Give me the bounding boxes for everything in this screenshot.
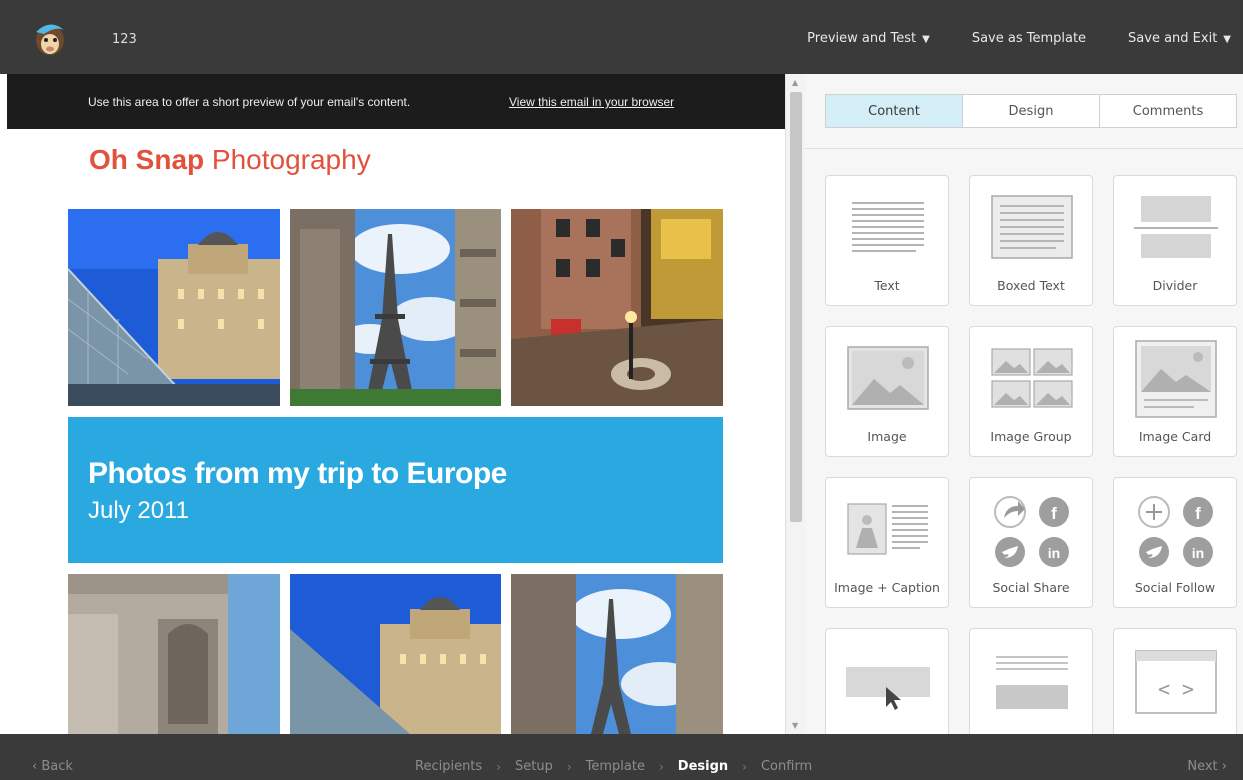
brand-title-bold: Oh Snap bbox=[89, 144, 205, 175]
step-template[interactable]: Template bbox=[586, 759, 645, 774]
svg-text:f: f bbox=[1195, 504, 1201, 523]
block-text[interactable]: Text bbox=[825, 175, 949, 306]
chevron-right-icon: › bbox=[566, 759, 572, 774]
image-group-icon bbox=[970, 327, 1094, 427]
photo-eiffel-tower-2[interactable] bbox=[511, 574, 723, 734]
image-caption-icon bbox=[826, 478, 950, 578]
hero-banner[interactable]: Photos from my trip to Europe July 2011 bbox=[68, 417, 723, 563]
block-label: Social Follow bbox=[1134, 580, 1216, 595]
block-label: Text bbox=[874, 278, 900, 293]
step-recipients[interactable]: Recipients bbox=[415, 759, 482, 774]
block-image-card[interactable]: Image Card bbox=[1113, 326, 1237, 457]
email-canvas[interactable]: Use this area to offer a short preview o… bbox=[7, 74, 785, 734]
hero-title: Photos from my trip to Europe bbox=[88, 457, 507, 490]
block-boxed-text[interactable]: Boxed Text bbox=[969, 175, 1093, 306]
block-label: Divider bbox=[1152, 278, 1198, 293]
scrollbar-thumb[interactable] bbox=[790, 92, 802, 522]
block-label: Image Group bbox=[990, 429, 1072, 444]
next-button[interactable]: Next › bbox=[1187, 759, 1227, 774]
code-block-icon: < > bbox=[1114, 629, 1238, 729]
chevron-left-icon: ‹ bbox=[32, 759, 42, 774]
footer-block-icon bbox=[970, 629, 1094, 729]
scroll-down-icon[interactable]: ▼ bbox=[792, 721, 798, 730]
tab-comments[interactable]: Comments bbox=[1100, 95, 1236, 127]
panel-tabs: Content Design Comments bbox=[825, 94, 1237, 128]
block-image[interactable]: Image bbox=[825, 326, 949, 457]
back-button[interactable]: ‹ Back bbox=[32, 759, 73, 774]
svg-text:in: in bbox=[1192, 545, 1204, 561]
save-and-exit-label: Save and Exit bbox=[1128, 31, 1218, 46]
svg-text:f: f bbox=[1051, 504, 1057, 523]
image-icon bbox=[826, 327, 950, 427]
block-label: Image Card bbox=[1138, 429, 1212, 444]
workflow-steps: Recipients › Setup › Template › Design ›… bbox=[415, 759, 812, 774]
block-image-caption[interactable]: Image + Caption bbox=[825, 477, 949, 608]
view-in-browser-link[interactable]: View this email in your browser bbox=[509, 95, 674, 109]
block-social-follow[interactable]: f in Social Follow bbox=[1113, 477, 1237, 608]
scroll-up-icon[interactable]: ▲ bbox=[792, 78, 798, 87]
tab-design[interactable]: Design bbox=[963, 95, 1100, 127]
next-label: Next bbox=[1187, 759, 1218, 774]
panel-divider bbox=[805, 148, 1243, 149]
social-share-icon: f in bbox=[970, 478, 1094, 578]
block-label: Image bbox=[867, 429, 907, 444]
button-block-icon bbox=[826, 629, 950, 729]
chevron-right-icon: › bbox=[496, 759, 501, 774]
save-as-template-button[interactable]: Save as Template bbox=[972, 31, 1086, 46]
campaign-name[interactable]: 123 bbox=[112, 32, 137, 47]
step-setup[interactable]: Setup bbox=[515, 759, 553, 774]
content-panel: Content Design Comments Text Boxed Text … bbox=[805, 74, 1243, 759]
preview-and-test-button[interactable]: Preview and Test ▼ bbox=[807, 31, 930, 46]
photo-louvre[interactable] bbox=[68, 209, 280, 406]
preheader-text: Use this area to offer a short preview o… bbox=[88, 95, 411, 109]
block-social-share[interactable]: f in Social Share bbox=[969, 477, 1093, 608]
bottom-bar: ‹ Back Recipients › Setup › Template › D… bbox=[0, 734, 1243, 780]
block-image-group[interactable]: Image Group bbox=[969, 326, 1093, 457]
photo-street-night[interactable] bbox=[511, 209, 723, 406]
brand-title[interactable]: Oh Snap Photography bbox=[89, 144, 371, 176]
photo-arc-de-triomphe[interactable] bbox=[68, 574, 280, 734]
boxed-text-icon bbox=[970, 176, 1094, 276]
step-confirm[interactable]: Confirm bbox=[761, 759, 812, 774]
svg-text:< >: < > bbox=[1158, 677, 1194, 701]
block-divider[interactable]: Divider bbox=[1113, 175, 1237, 306]
save-and-exit-button[interactable]: Save and Exit ▼ bbox=[1128, 31, 1231, 46]
canvas-scrollbar[interactable]: ▲ ▼ bbox=[785, 74, 805, 734]
top-actions: Preview and Test ▼ Save as Template Save … bbox=[807, 31, 1231, 46]
block-label: Social Share bbox=[992, 580, 1070, 595]
text-block-icon bbox=[826, 176, 950, 276]
chevron-right-icon: › bbox=[742, 759, 747, 774]
chevron-down-icon: ▼ bbox=[1223, 34, 1231, 45]
photo-louvre-2[interactable] bbox=[290, 574, 501, 734]
brand-title-rest: Photography bbox=[204, 144, 371, 175]
chevron-right-icon: › bbox=[1217, 759, 1227, 774]
chevron-down-icon: ▼ bbox=[922, 34, 930, 45]
tab-content[interactable]: Content bbox=[826, 95, 963, 127]
block-label: Boxed Text bbox=[997, 278, 1065, 293]
divider-icon bbox=[1114, 176, 1238, 276]
preview-and-test-label: Preview and Test bbox=[807, 31, 917, 46]
top-bar: 123 Preview and Test ▼ Save as Template S… bbox=[0, 0, 1243, 74]
chevron-right-icon: › bbox=[658, 759, 664, 774]
hero-subtitle: July 2011 bbox=[88, 497, 189, 524]
preheader[interactable]: Use this area to offer a short preview o… bbox=[7, 74, 785, 129]
image-card-icon bbox=[1114, 327, 1238, 427]
svg-text:in: in bbox=[1048, 545, 1060, 561]
step-design[interactable]: Design bbox=[678, 759, 728, 774]
photo-eiffel-tower[interactable] bbox=[290, 209, 501, 406]
block-label: Image + Caption bbox=[834, 580, 940, 595]
mailchimp-logo-icon[interactable] bbox=[30, 18, 70, 58]
social-follow-icon: f in bbox=[1114, 478, 1238, 578]
back-label: Back bbox=[41, 759, 73, 774]
